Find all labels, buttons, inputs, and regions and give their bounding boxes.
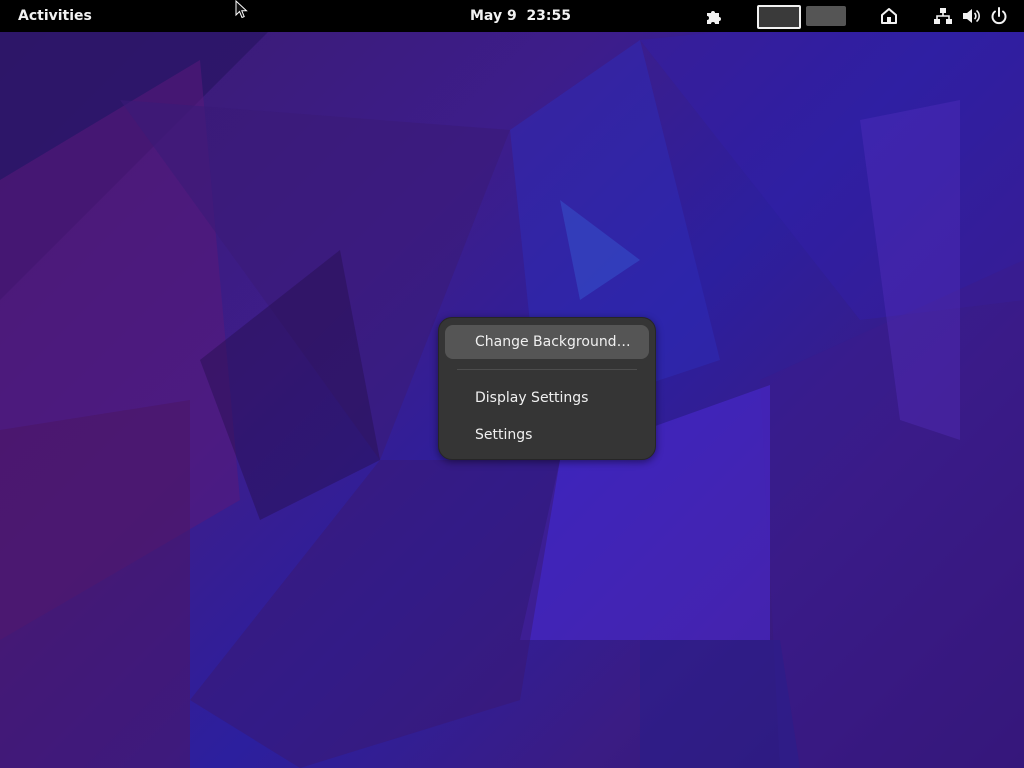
desktop-context-menu: Change Background… Display Settings Sett… (438, 317, 656, 460)
display-settings-menu-item[interactable]: Display Settings (445, 381, 649, 415)
workspace-2-thumbnail[interactable] (806, 6, 846, 26)
extensions-icon[interactable] (704, 6, 724, 26)
settings-menu-item[interactable]: Settings (445, 418, 649, 452)
power-icon[interactable] (989, 6, 1009, 26)
workspace-1-thumbnail[interactable] (757, 5, 801, 29)
mouse-pointer-icon (235, 0, 248, 19)
top-bar: Activities May 9 23:55 (0, 0, 1024, 32)
menu-separator (457, 369, 637, 370)
volume-icon[interactable] (961, 6, 981, 26)
clock-button[interactable]: May 9 23:55 (460, 4, 581, 28)
home-icon[interactable] (879, 6, 899, 26)
desktop[interactable]: Activities May 9 23:55 Change Background… (0, 0, 1024, 768)
change-background-menu-item[interactable]: Change Background… (445, 325, 649, 359)
activities-button[interactable]: Activities (8, 4, 102, 28)
network-icon[interactable] (933, 6, 953, 26)
